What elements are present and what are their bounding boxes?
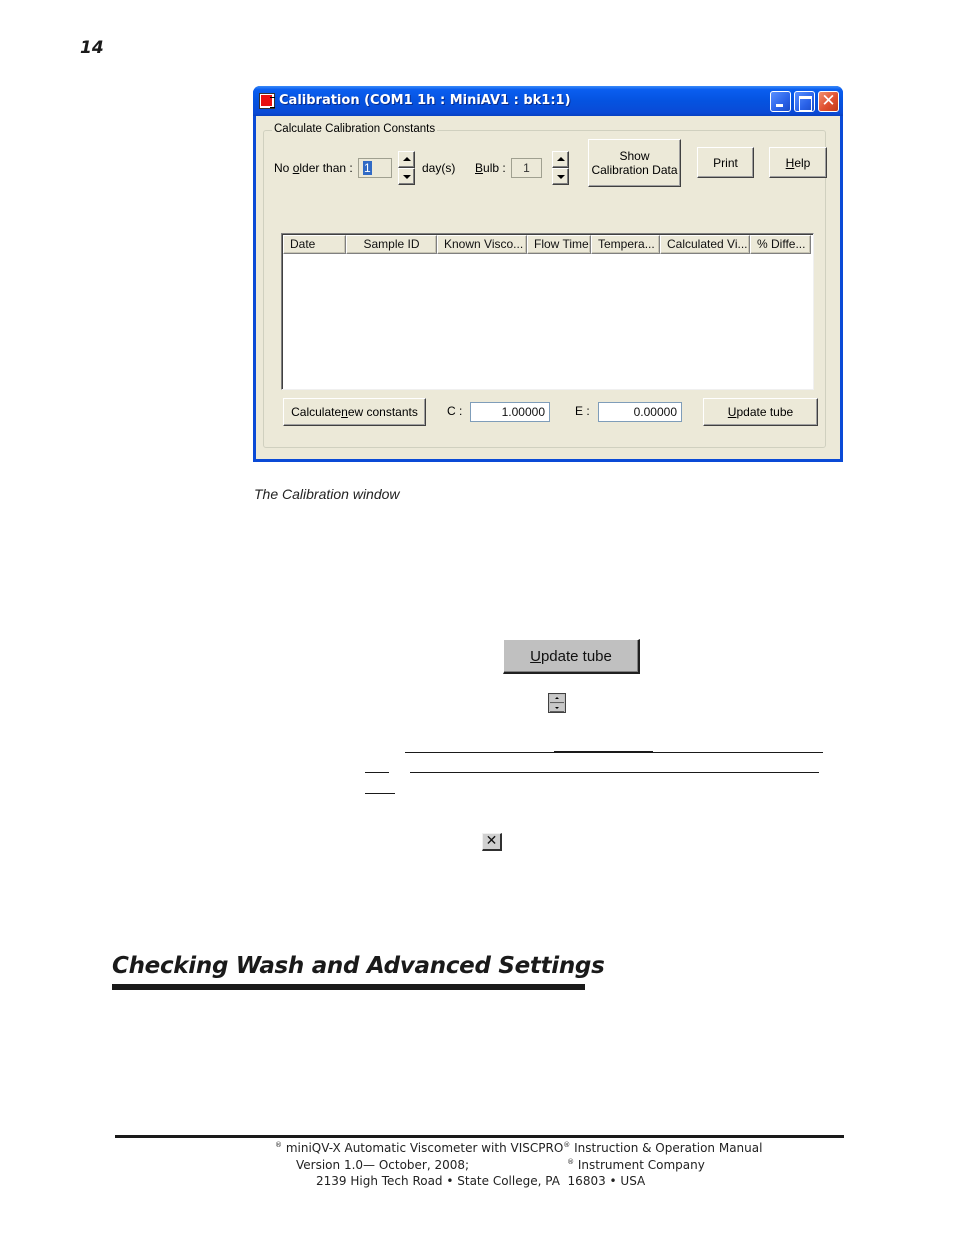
text-underline	[365, 772, 389, 773]
days-unit-label: day(s)	[422, 161, 456, 175]
bulb-label: Bulb :	[475, 161, 506, 175]
days-input[interactable]: 1	[358, 158, 392, 178]
days-spinner[interactable]	[398, 151, 415, 185]
title-bar[interactable]: Calibration (COM1 1h : MiniAV1 : bk1:1) …	[253, 86, 843, 116]
update-tube-button[interactable]: Update tube	[703, 398, 818, 426]
section-heading: Checking Wash and Advanced Settings	[112, 953, 605, 979]
group-label: Calculate Calibration Constants	[272, 123, 438, 135]
window-client-area: Calculate Calibration Constants No older…	[256, 116, 840, 459]
window-title: Calibration (COM1 1h : MiniAV1 : bk1:1)	[279, 93, 571, 108]
spin-down-icon[interactable]	[398, 168, 415, 185]
e-label: E :	[575, 404, 590, 418]
spin-down-icon[interactable]	[552, 168, 569, 185]
page-number: 14	[80, 38, 104, 58]
column-header-flow-time[interactable]: Flow Time	[527, 235, 591, 254]
text-underline	[410, 772, 819, 773]
close-icon: ✕	[482, 833, 502, 851]
text-underline	[365, 793, 395, 794]
calibration-constants-group: Calculate Calibration Constants No older…	[263, 123, 827, 448]
column-header-temperature[interactable]: Tempera...	[591, 235, 660, 254]
bulb-input[interactable]: 1	[511, 158, 542, 178]
bulb-spinner[interactable]	[552, 151, 569, 185]
c-constant-input[interactable]: 1.00000	[470, 402, 550, 422]
spinner-arrows-icon	[548, 693, 566, 713]
close-icon: ✕	[821, 91, 836, 111]
c-label: C :	[447, 404, 463, 418]
help-button[interactable]: Help	[769, 147, 827, 178]
footer-line-2: Version 1.0— October, 2008; ® Instrument …	[296, 1158, 705, 1172]
close-button[interactable]: ✕	[818, 91, 839, 112]
minimize-button[interactable]	[770, 91, 791, 112]
footer-rule	[115, 1135, 844, 1138]
print-button[interactable]: Print	[697, 147, 754, 178]
table-header: Date Sample ID Known Visco... Flow Time …	[283, 235, 811, 254]
maximize-button[interactable]	[794, 91, 815, 112]
app-icon[interactable]	[259, 93, 275, 109]
no-older-than-label: No older than :	[274, 161, 353, 175]
column-header-known-viscosity[interactable]: Known Visco...	[437, 235, 527, 254]
calibration-window: Calibration (COM1 1h : MiniAV1 : bk1:1) …	[253, 86, 843, 462]
footer-line-3: 2139 High Tech Road • State College, PA …	[316, 1174, 646, 1188]
column-header-sample-id[interactable]: Sample ID	[346, 235, 437, 254]
calculate-new-constants-button[interactable]: Calculate n ew constants	[283, 398, 426, 426]
section-underline	[112, 984, 585, 990]
column-header-calculated-viscosity[interactable]: Calculated Vi...	[660, 235, 750, 254]
e-constant-input[interactable]: 0.00000	[598, 402, 682, 422]
table-body[interactable]	[283, 254, 812, 388]
update-tube-button-image: Update tube	[503, 639, 640, 674]
show-calibration-data-button[interactable]: Show Calibration Data	[588, 139, 681, 187]
spin-down-icon	[550, 704, 564, 712]
spin-up-icon[interactable]	[552, 151, 569, 168]
column-header-percent-difference[interactable]: % Diffe...	[750, 235, 811, 254]
text-underline	[554, 751, 653, 753]
figure-caption: The Calibration window	[254, 486, 400, 502]
footer-line-1: ® miniQV-X Automatic Viscometer with VIS…	[275, 1141, 763, 1155]
calibration-data-table[interactable]: Date Sample ID Known Visco... Flow Time …	[281, 233, 814, 390]
column-header-date[interactable]: Date	[283, 235, 346, 254]
spin-up-icon[interactable]	[398, 151, 415, 168]
spin-up-icon	[550, 695, 564, 703]
